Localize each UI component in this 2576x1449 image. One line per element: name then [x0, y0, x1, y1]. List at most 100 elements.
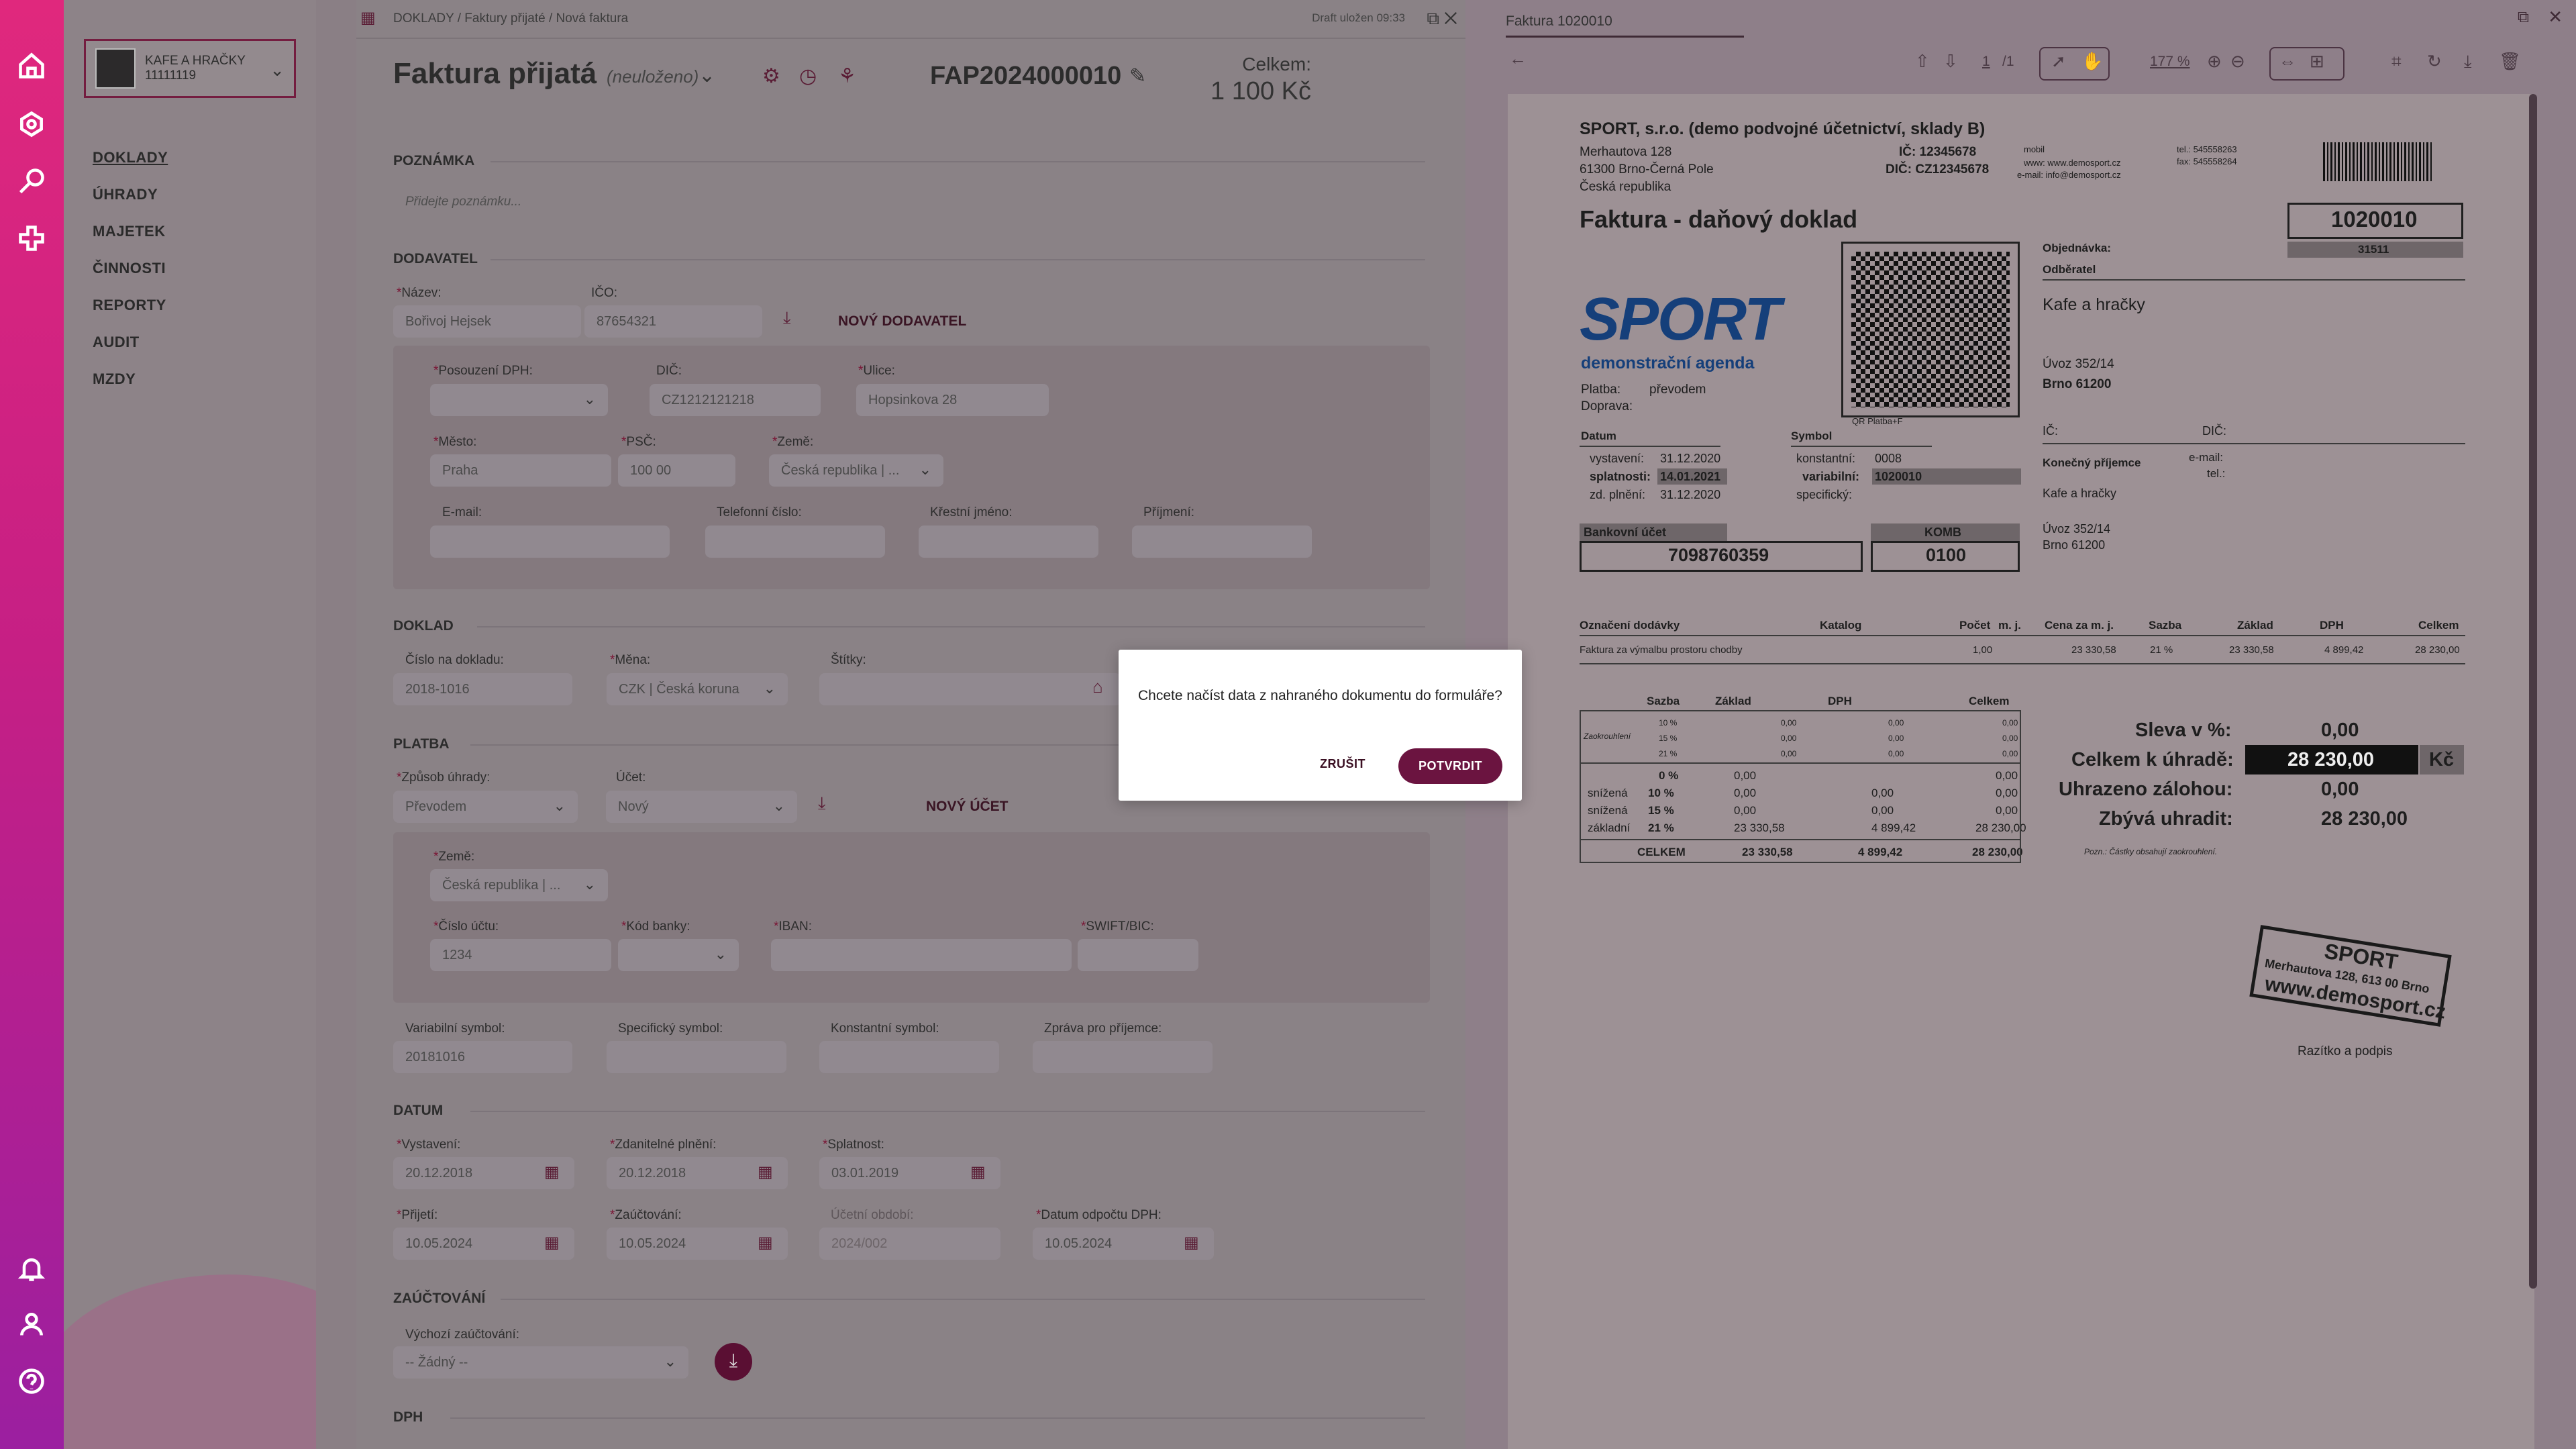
settings-icon[interactable] [15, 107, 48, 141]
decorative-blob [64, 1275, 316, 1449]
calendar-icon[interactable]: ▦ [1184, 1233, 1199, 1252]
calendar-icon[interactable]: ▦ [544, 1162, 560, 1182]
docnumber-field[interactable]: 2018-1016 [393, 673, 572, 705]
country-select[interactable]: Česká republika | ... ⌄ [769, 454, 943, 487]
tags-label: Štítky: [831, 653, 866, 667]
new-supplier-button[interactable]: NOVÝ DODAVATEL [838, 313, 966, 330]
chevron-down-icon[interactable]: ⌄ [699, 64, 715, 87]
note-input[interactable]: Přidejte poznámku... [405, 195, 521, 209]
download-icon[interactable]: ⤓ [818, 793, 826, 814]
page-down-icon[interactable]: ⇩ [1943, 51, 1958, 72]
share-icon[interactable]: ⚘ [838, 64, 856, 88]
nav-item-mzdy[interactable]: MZDY [93, 370, 136, 388]
komb-value: 0100 [1926, 545, 1967, 565]
email-field[interactable] [430, 526, 670, 558]
plus-icon[interactable] [15, 221, 48, 255]
message-field[interactable] [1033, 1041, 1213, 1073]
tag-icon[interactable]: ⌂ [1092, 677, 1103, 697]
nav-item-cinnosti[interactable]: ČINNOSTI [93, 260, 166, 277]
payment-method-select[interactable]: Převodem ⌄ [393, 791, 578, 823]
taxable-label: *Zdanitelné plnění: [610, 1138, 717, 1152]
save-state: (neuloženo) [607, 66, 699, 87]
zoom-input[interactable]: 177 % [2150, 54, 2190, 70]
nav-item-doklady[interactable]: DOKLADY [93, 149, 168, 166]
viewer-tab[interactable]: Faktura 1020010 [1506, 13, 1612, 30]
zoom-in-icon[interactable]: ⊕ [2207, 51, 2222, 72]
crop-icon[interactable]: ⌗ [2391, 51, 2402, 72]
hand-icon[interactable]: ✋ [2081, 51, 2103, 72]
phone-field[interactable] [705, 526, 885, 558]
calendar-icon[interactable]: ▦ [758, 1162, 773, 1182]
dic-field[interactable]: CZ1212121218 [650, 384, 821, 416]
calendar-icon[interactable]: ▦ [970, 1162, 986, 1182]
breadcrumb[interactable]: DOKLADY / Faktury přijaté / Nová faktura [393, 11, 628, 26]
rotate-icon[interactable]: ↻ [2427, 51, 2442, 72]
rounding-note: Pozn.: Částky obsahují zaokrouhlení. [2084, 847, 2218, 856]
download-icon[interactable]: ⤓ [783, 307, 791, 329]
history-icon[interactable]: ◷ [799, 64, 817, 88]
trash-icon[interactable]: 🗑 [2499, 51, 2521, 72]
city-field[interactable]: Praha [430, 454, 611, 487]
open-external-icon[interactable]: ⧉ [2518, 8, 2529, 27]
help-icon[interactable] [15, 1364, 48, 1398]
swift-field[interactable] [1078, 939, 1198, 971]
street-field[interactable]: Hopsinkova 28 [856, 384, 1049, 416]
fit-page-icon[interactable]: ⊞ [2310, 51, 2324, 72]
supplier-name-field[interactable]: Bořivoj Hejsek [393, 305, 581, 338]
var-label: variabilní: [1802, 470, 1860, 483]
account-select[interactable]: Nový ⌄ [606, 791, 797, 823]
page-up-icon[interactable]: ⇧ [1915, 51, 1930, 72]
apply-accounting-button[interactable]: ⤓ [715, 1343, 752, 1381]
download-icon[interactable]: ⤓ [2464, 51, 2472, 72]
pay-country-select[interactable]: Česká republika | ... ⌄ [430, 869, 608, 901]
ks-field[interactable] [819, 1041, 999, 1073]
lastname-field[interactable] [1132, 526, 1312, 558]
company-switcher[interactable]: KAFE A HRAČKY 11111119 ⌄ [84, 39, 296, 98]
barcode [2323, 142, 2434, 181]
currency-select[interactable]: CZK | Česká koruna ⌄ [607, 673, 788, 705]
back-icon[interactable]: ← [1509, 48, 1527, 69]
gear-icon[interactable]: ⚙ [762, 64, 780, 88]
page-count: /1 [2002, 54, 2014, 69]
vat-assessment-select[interactable]: ⌄ [430, 384, 608, 416]
docnumber-label: Číslo na dokladu: [405, 653, 504, 667]
tags-field[interactable] [819, 673, 1121, 705]
bell-icon[interactable] [15, 1252, 48, 1285]
confirm-button[interactable]: POTVRDIT [1398, 748, 1502, 784]
nav-item-reporty[interactable]: REPORTY [93, 297, 166, 314]
sport-logo: SPORT [1580, 286, 1781, 353]
zoom-out-icon[interactable]: ⊖ [2230, 51, 2245, 72]
final-name: Kafe a hračky [2043, 487, 2117, 500]
delivery-label: Doprava: [1581, 399, 1633, 413]
firstname-field[interactable] [919, 526, 1098, 558]
pointer-icon[interactable]: ➚ [2051, 51, 2066, 72]
page-input[interactable]: 1 [1982, 54, 1990, 70]
search-icon[interactable] [15, 164, 48, 198]
vat-head-base: Základ [1715, 695, 1751, 707]
cancel-button[interactable]: ZRUŠIT [1320, 757, 1366, 771]
items-head-qty: Počet [1959, 619, 1991, 632]
close-icon[interactable]: ⧉ ✕ [1427, 8, 1457, 30]
accno-field[interactable]: 1234 [430, 939, 611, 971]
calendar-icon[interactable]: ▦ [758, 1233, 773, 1252]
user-icon[interactable] [15, 1307, 48, 1341]
default-accounting-select[interactable]: -- Žádný -- ⌄ [393, 1346, 688, 1379]
final-addr1: Úvoz 352/14 [2043, 522, 2111, 536]
edit-icon[interactable]: ✎ [1129, 64, 1146, 88]
iban-field[interactable] [771, 939, 1072, 971]
zip-field[interactable]: 100 00 [618, 454, 735, 487]
scrollbar[interactable] [2529, 94, 2537, 1289]
nav-item-majetek[interactable]: MAJETEK [93, 223, 166, 240]
new-account-button[interactable]: NOVÝ ÚČET [926, 799, 1009, 815]
discount-value: 0,00 [2321, 719, 2359, 741]
fit-width-icon[interactable]: ⇔ [2279, 51, 2296, 72]
supplier-ico-field[interactable]: 87654321 [584, 305, 762, 338]
home-icon[interactable] [15, 49, 48, 83]
close-icon[interactable]: ✕ [2548, 7, 2563, 28]
nav-item-uhrady[interactable]: ÚHRADY [93, 186, 158, 203]
vs-field[interactable]: 20181016 [393, 1041, 572, 1073]
nav-item-audit[interactable]: AUDIT [93, 334, 140, 351]
calendar-icon[interactable]: ▦ [544, 1233, 560, 1252]
ss-field[interactable] [607, 1041, 786, 1073]
bank-code-select[interactable]: ⌄ [618, 939, 739, 971]
